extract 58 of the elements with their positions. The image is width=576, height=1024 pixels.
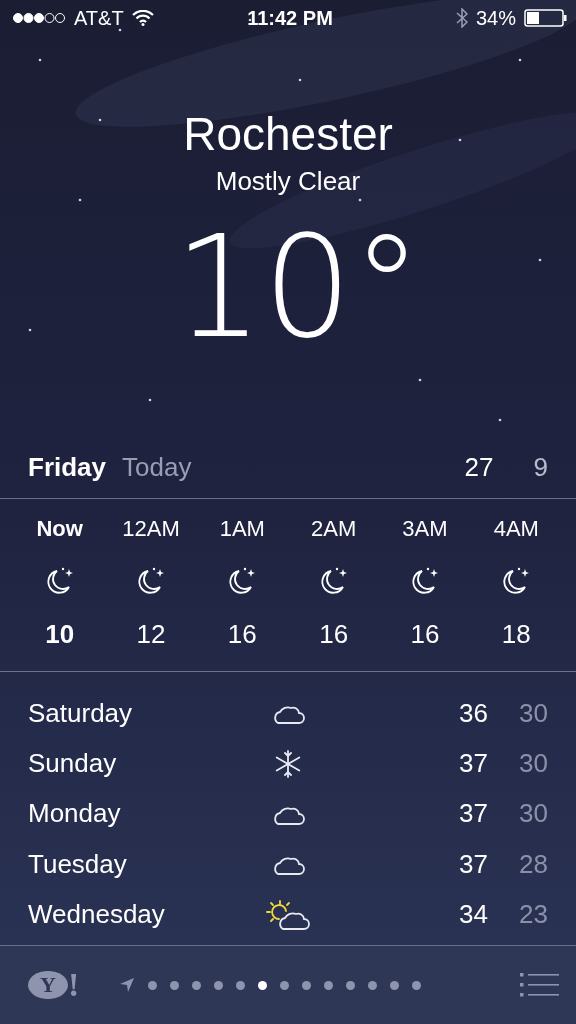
high-temperature: 37 — [459, 848, 488, 880]
battery-percentage: 34% — [475, 6, 516, 30]
sun-cloud-icon — [266, 898, 310, 931]
bluetooth-icon — [455, 8, 468, 28]
page-dot[interactable] — [258, 980, 268, 990]
high-temperature: 34 — [459, 899, 488, 931]
day-name: Sunday — [28, 748, 118, 780]
wifi-icon — [131, 10, 154, 26]
list-icon[interactable] — [520, 972, 560, 998]
high-temperature: 36 — [459, 697, 488, 729]
weather-condition: Mostly Clear — [215, 166, 361, 196]
hour-temperature: 16 — [227, 619, 257, 649]
page-dot[interactable] — [346, 980, 356, 990]
high-temperature: 37 — [459, 798, 488, 830]
page-dot[interactable] — [390, 980, 400, 990]
page-dot[interactable] — [236, 980, 246, 990]
hour-temperature: 10 — [45, 619, 75, 649]
page-dot[interactable] — [148, 980, 158, 990]
hour-temperature: 16 — [319, 619, 349, 649]
page-dot[interactable] — [324, 980, 334, 990]
low-temperature: 30 — [518, 748, 548, 780]
battery-icon — [524, 8, 568, 28]
low-temperature: 23 — [518, 899, 548, 931]
day-name: Saturday — [28, 697, 134, 729]
day-name: Monday — [28, 798, 122, 830]
page-dot[interactable] — [170, 980, 180, 990]
day-name: Wednesday — [28, 899, 166, 931]
high-temperature: 37 — [459, 748, 488, 780]
low-temperature: 30 — [518, 697, 548, 729]
city-name: Rochester — [183, 107, 393, 162]
day-name: Friday — [28, 452, 107, 483]
day-name: Tuesday — [28, 848, 128, 880]
page-dot[interactable] — [280, 980, 290, 990]
hour-temperature: 12 — [136, 619, 166, 649]
low-temperature: 28 — [518, 848, 548, 880]
location-arrow-icon[interactable] — [119, 977, 136, 993]
page-dot[interactable] — [412, 980, 422, 990]
clock-time: 11:42 PM — [247, 6, 333, 30]
hour-label: 4AM — [493, 515, 539, 543]
hour-label: 2AM — [311, 515, 357, 543]
hour-label: Now — [36, 515, 83, 543]
signal-icon — [12, 12, 66, 24]
page-dot[interactable] — [214, 980, 224, 990]
hour-label: 3AM — [402, 515, 448, 543]
page-dot[interactable] — [368, 980, 378, 990]
hour-label: 1AM — [219, 515, 265, 543]
snowflake-icon — [273, 748, 303, 779]
current-temperature: 10° — [172, 218, 423, 358]
high-temperature: 27 — [464, 452, 494, 483]
today-label: Today — [122, 452, 192, 483]
page-dot[interactable] — [302, 980, 312, 990]
low-temperature: 30 — [518, 798, 548, 830]
hour-label: 12AM — [122, 515, 180, 543]
carrier-name: AT&T — [74, 6, 124, 30]
low-temperature: 9 — [533, 452, 548, 483]
hour-temperature: 18 — [501, 619, 531, 649]
page-dot[interactable] — [192, 980, 202, 990]
hour-temperature: 16 — [410, 619, 440, 649]
